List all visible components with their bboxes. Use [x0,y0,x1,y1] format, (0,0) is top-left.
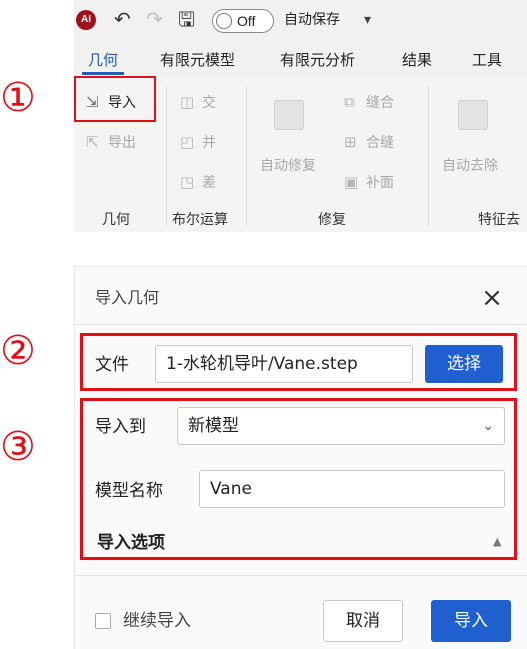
undo-icon[interactable]: ↶ [114,8,131,30]
import-highlight-box [74,76,156,122]
autosave-label: 自动保存 [284,12,340,28]
customize-toolbar-icon[interactable]: ▾ [364,10,371,30]
union-icon: ◰ [180,133,195,151]
toggle-state: Off [237,13,256,29]
app-logo[interactable]: AI [76,10,96,30]
tab-fe-analysis[interactable]: 有限元分析 [280,50,355,70]
autosave-toggle[interactable]: Off [212,9,274,33]
patch-button[interactable]: ▣ 补面 [344,172,394,193]
sew-button[interactable]: ⧉ 缝合 [344,92,394,113]
patch-label: 补面 [366,175,394,191]
subtract-label: 差 [202,175,216,191]
group-separator [166,86,167,226]
tab-results[interactable]: 结果 [402,50,432,70]
ribbon-tabs: 几何 有限元模型 有限元分析 结果 工具 [74,40,527,76]
dialog-header-divider [75,324,527,325]
quick-access-toolbar: AI ↶ ↷ 🖫 Off 自动保存 ▾ [74,0,527,40]
export-label: 导出 [108,135,136,151]
continue-import-checkbox[interactable] [95,613,111,629]
geometry-group-label: 几何 [102,212,130,228]
subtract-icon: ◳ [180,173,195,191]
repair-group-label: 修复 [318,212,346,228]
merge-seams-icon: ⊞ [344,133,357,151]
auto-remove-icon [458,100,488,130]
auto-repair-icon [274,100,304,130]
tab-geometry[interactable]: 几何 [88,50,118,70]
toggle-knob [216,13,232,29]
file-row-highlight-box [80,333,517,391]
merge-seams-label: 合缝 [366,135,394,151]
group-separator [246,86,247,226]
intersect-label: 交 [202,95,216,111]
active-tab-indicator [82,72,124,75]
boolean-group-label: 布尔运算 [172,212,228,228]
intersect-icon: ◫ [180,93,195,111]
step-marker-2: ② [0,328,36,374]
auto-remove-button[interactable]: 自动去除 [442,156,498,176]
step-marker-3: ③ [0,424,36,470]
cancel-button[interactable]: 取消 [323,600,403,642]
close-icon[interactable]: × [475,281,509,315]
auto-repair-button[interactable]: 自动修复 [260,156,316,176]
settings-highlight-box [80,398,517,560]
patch-icon: ▣ [344,173,359,191]
dialog-footer-divider [75,575,527,576]
feature-group-label: 特征去 [478,212,520,228]
subtract-button[interactable]: ◳ 差 [180,172,216,193]
intersect-button[interactable]: ◫ 交 [180,92,216,113]
export-icon: ⇱ [86,133,99,151]
export-button[interactable]: ⇱ 导出 [86,132,136,153]
redo-icon[interactable]: ↷ [146,8,163,30]
import-confirm-button[interactable]: 导入 [431,600,511,642]
save-icon[interactable]: 🖫 [178,8,195,30]
continue-import-label: 继续导入 [123,611,191,631]
union-button[interactable]: ◰ 并 [180,132,216,153]
sew-icon: ⧉ [344,93,355,111]
step-marker-1: ① [0,75,36,121]
merge-seams-button[interactable]: ⊞ 合缝 [344,132,394,153]
union-label: 并 [202,135,216,151]
dialog-title: 导入几何 [95,288,160,307]
tab-tools[interactable]: 工具 [472,50,502,70]
group-separator [428,86,429,226]
sew-label: 缝合 [366,95,394,111]
tab-fe-model[interactable]: 有限元模型 [160,50,235,70]
